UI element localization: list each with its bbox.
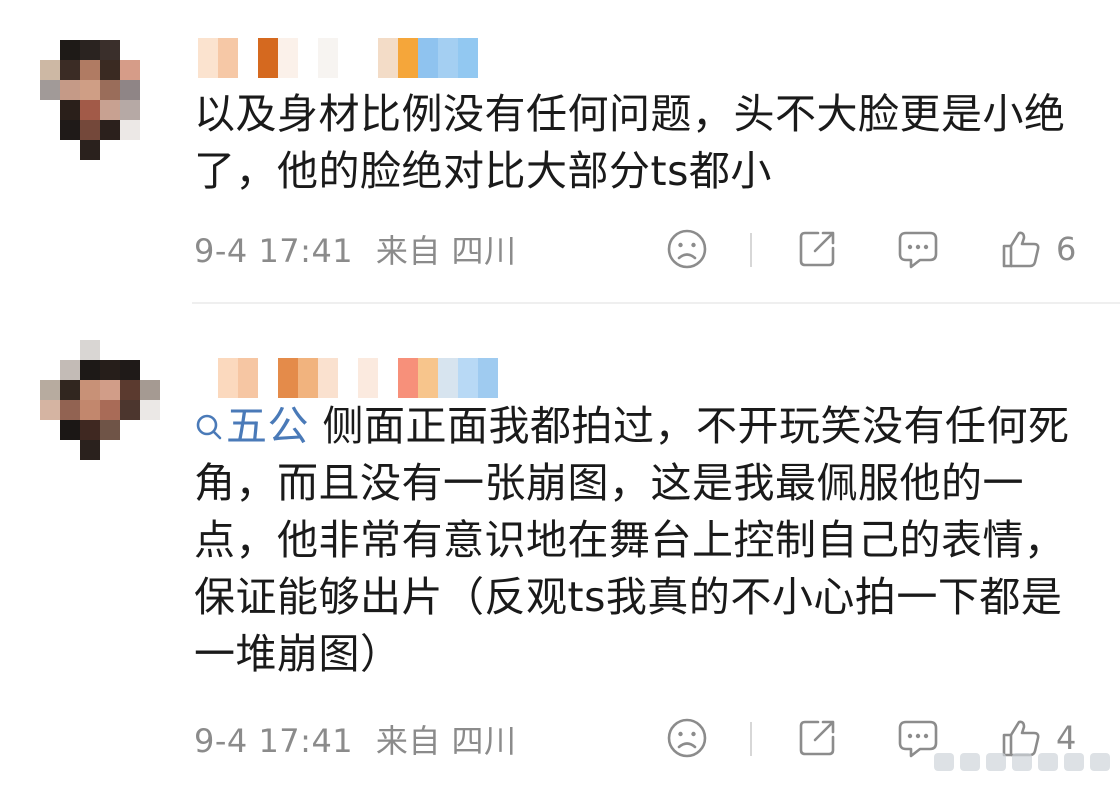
share-icon bbox=[799, 231, 835, 267]
username-pixelated[interactable] bbox=[198, 358, 498, 398]
comment-time: 9-4 17:41 bbox=[194, 232, 354, 270]
topic-link-label: 五公 bbox=[226, 402, 309, 450]
comment-body: 侧面正面我都拍过，不开玩笑没有任何死角，而且没有一张崩图，这是我最佩服他的一点，… bbox=[194, 402, 1070, 678]
dislike-button[interactable] bbox=[666, 219, 708, 279]
comment-text: 五公 侧面正面我都拍过，不开玩笑没有任何死角，而且没有一张崩图，这是我最佩服他的… bbox=[194, 398, 1074, 683]
action-separator bbox=[750, 722, 752, 756]
reply-button[interactable] bbox=[896, 219, 940, 279]
search-icon bbox=[196, 414, 222, 440]
comment-location: 来自 四川 bbox=[375, 232, 517, 270]
avatar[interactable] bbox=[40, 40, 160, 160]
comment-time: 9-4 17:41 bbox=[194, 722, 354, 760]
like-count: 4 bbox=[1056, 719, 1077, 757]
share-button[interactable] bbox=[796, 708, 838, 768]
comment-actions: 6 bbox=[660, 219, 1100, 279]
comment-divider bbox=[192, 302, 1120, 304]
sad-face-icon bbox=[667, 718, 707, 758]
avatar[interactable] bbox=[40, 340, 160, 460]
share-icon bbox=[799, 720, 835, 756]
like-button[interactable]: 6 bbox=[1000, 219, 1076, 279]
comment-location: 来自 四川 bbox=[375, 722, 517, 760]
share-button[interactable] bbox=[796, 219, 838, 279]
comment-bubble-icon bbox=[898, 231, 938, 269]
comment-body: 以及身材比例没有任何问题，头不大脸更是小绝了，他的脸绝对比大部分ts都小 bbox=[194, 90, 1066, 195]
dislike-button[interactable] bbox=[666, 708, 708, 768]
topic-link[interactable]: 五公 bbox=[194, 402, 309, 450]
like-count: 6 bbox=[1056, 230, 1077, 268]
watermark bbox=[934, 753, 1110, 771]
username-pixelated[interactable] bbox=[198, 38, 498, 78]
comment-text: 以及身材比例没有任何问题，头不大脸更是小绝了，他的脸绝对比大部分ts都小 bbox=[194, 86, 1074, 200]
comment-meta: 9-4 17:41 来自 四川 bbox=[194, 226, 517, 272]
comment-meta: 9-4 17:41 来自 四川 bbox=[194, 716, 517, 762]
sad-face-icon bbox=[667, 229, 707, 269]
action-separator bbox=[750, 233, 752, 267]
thumbs-up-icon bbox=[1002, 231, 1040, 268]
